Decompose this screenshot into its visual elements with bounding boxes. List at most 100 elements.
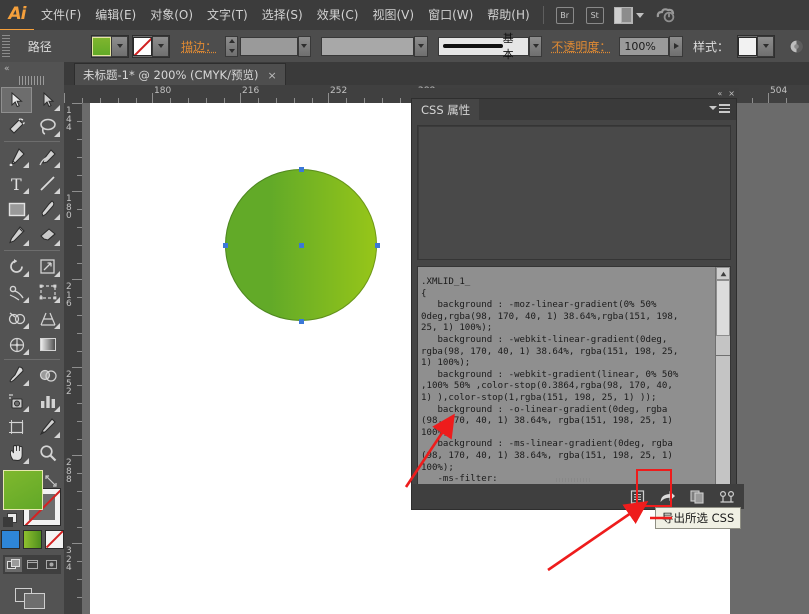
ruler-label-216: 216 — [242, 86, 260, 96]
screen-mode-buttons — [3, 555, 61, 574]
scrollbar-thumb[interactable] — [716, 280, 730, 336]
menu-object[interactable]: 对象(O) — [143, 0, 200, 30]
menu-window[interactable]: 窗口(W) — [421, 0, 480, 30]
screen-mode-fullscreen-menu[interactable] — [24, 557, 41, 572]
scale-tool[interactable] — [32, 253, 63, 279]
pen-tool[interactable] — [1, 144, 32, 170]
style-dropdown[interactable] — [757, 35, 775, 57]
tools-panel-collapse-button[interactable]: « — [0, 62, 64, 76]
stock-icon[interactable]: St — [584, 6, 606, 24]
color-mode-color[interactable] — [0, 530, 20, 549]
scroll-up-arrow[interactable] — [716, 267, 730, 280]
panel-collapse-button[interactable]: « — [717, 89, 722, 98]
tools-panel-grip[interactable] — [19, 76, 45, 85]
menu-edit[interactable]: 编辑(E) — [88, 0, 143, 30]
panel-close-button[interactable]: × — [728, 89, 735, 98]
direct-selection-tool[interactable] — [32, 87, 63, 113]
stroke-weight-input[interactable] — [239, 36, 298, 56]
blend-tool[interactable] — [32, 362, 63, 388]
mesh-tool[interactable] — [1, 331, 32, 357]
css-style-list[interactable] — [417, 125, 731, 260]
opacity-label[interactable]: 不透明度： — [551, 38, 611, 55]
width-tool[interactable] — [1, 279, 32, 305]
type-tool[interactable]: T — [1, 170, 32, 196]
control-bar-grip[interactable] — [2, 35, 10, 57]
panel-menu-button[interactable] — [709, 104, 730, 113]
paintbrush-tool[interactable] — [32, 196, 63, 222]
selection-tool[interactable] — [1, 87, 32, 113]
app-logo-icon: Ai — [0, 0, 34, 31]
vruler-label-216: 216 — [66, 282, 72, 309]
stroke-dropdown-button[interactable] — [152, 35, 170, 57]
document-setup-icon[interactable] — [788, 37, 805, 55]
perspective-grid-tool[interactable] — [32, 305, 63, 331]
menu-select[interactable]: 选择(S) — [255, 0, 310, 30]
curvature-tool[interactable] — [32, 144, 63, 170]
menu-type[interactable]: 文字(T) — [200, 0, 255, 30]
menu-file[interactable]: 文件(F) — [34, 0, 88, 30]
panel-resize-grip[interactable] — [556, 478, 592, 482]
tool-flyout-indicator — [54, 105, 60, 111]
workspace-switcher-icon[interactable] — [613, 6, 644, 24]
stroke-weight-dropdown-button[interactable] — [297, 35, 312, 57]
opacity-dropdown[interactable] — [669, 35, 684, 57]
eyedropper-tool[interactable] — [1, 362, 32, 388]
fill-swatch-group[interactable] — [91, 34, 130, 58]
color-mode-none[interactable] — [44, 530, 64, 549]
menu-effect[interactable]: 效果(C) — [310, 0, 366, 30]
rectangle-tool[interactable] — [1, 196, 32, 222]
screen-mode-fullscreen[interactable] — [43, 557, 60, 572]
menu-help[interactable]: 帮助(H) — [480, 0, 536, 30]
default-fill-stroke-icon[interactable] — [3, 513, 17, 527]
stroke-swatch-group[interactable] — [132, 34, 171, 58]
ruler-label-504: 504 — [770, 86, 788, 96]
slice-tool[interactable] — [32, 414, 63, 440]
hand-tool[interactable] — [1, 440, 32, 466]
shape-builder-tool[interactable] — [1, 305, 32, 331]
css-code-box[interactable]: .XMLID_1_ { background : -moz-linear-gra… — [417, 266, 731, 503]
zoom-tool[interactable] — [32, 440, 63, 466]
fill-stroke-widget — [3, 470, 61, 527]
copy-style-icon[interactable] — [689, 489, 706, 505]
fill-dropdown-button[interactable] — [111, 35, 129, 57]
magic-wand-tool[interactable] — [1, 113, 32, 139]
stroke-variable-width-input[interactable] — [321, 36, 415, 56]
close-icon[interactable]: × — [267, 69, 276, 82]
fill-color-swatch[interactable] — [3, 470, 43, 510]
css-export-options-icon[interactable] — [719, 489, 736, 505]
creative-cloud-icon[interactable] — [652, 6, 680, 24]
line-segment-tool[interactable] — [32, 170, 63, 196]
symbol-sprayer-tool[interactable] — [1, 388, 32, 414]
vertical-ruler[interactable]: 144 180 216 252 288 324 — [64, 103, 83, 614]
tools-divider — [4, 141, 60, 142]
bridge-icon[interactable]: Br — [554, 6, 576, 24]
swap-fill-stroke-icon[interactable] — [45, 472, 57, 487]
free-transform-tool[interactable] — [32, 279, 63, 305]
arrange-documents-icon[interactable] — [15, 586, 49, 612]
stroke-profile-preview[interactable]: 基本 — [437, 32, 529, 61]
tools-grid: T — [1, 87, 63, 466]
column-graph-tool[interactable] — [32, 388, 63, 414]
stroke-weight-label[interactable]: 描边： — [181, 38, 217, 55]
color-mode-gradient[interactable] — [22, 530, 42, 549]
style-swatch-group[interactable] — [737, 34, 776, 58]
lasso-tool[interactable] — [32, 113, 63, 139]
stroke-swatch[interactable] — [133, 36, 153, 56]
menu-view[interactable]: 视图(V) — [365, 0, 421, 30]
anchor-point-center — [298, 242, 304, 248]
fill-swatch[interactable] — [92, 36, 112, 56]
screen-mode-normal[interactable] — [4, 557, 22, 572]
eraser-tool[interactable] — [32, 222, 63, 248]
stroke-variable-width-dropdown[interactable] — [414, 35, 428, 57]
pencil-tool[interactable] — [1, 222, 32, 248]
opacity-input[interactable]: 100% — [619, 36, 670, 56]
document-tab[interactable]: 未标题-1* @ 200% (CMYK/预览) × — [74, 63, 286, 86]
stroke-profile-dropdown[interactable] — [528, 35, 543, 57]
tab-css-properties[interactable]: CSS 属性 — [412, 99, 480, 120]
gradient-tool[interactable] — [32, 331, 63, 357]
stroke-weight-stepper[interactable] — [225, 35, 238, 57]
rotate-tool[interactable] — [1, 253, 32, 279]
artboard-tool[interactable] — [1, 414, 32, 440]
style-swatch[interactable] — [738, 36, 758, 56]
css-code-scrollbar[interactable] — [715, 267, 730, 502]
